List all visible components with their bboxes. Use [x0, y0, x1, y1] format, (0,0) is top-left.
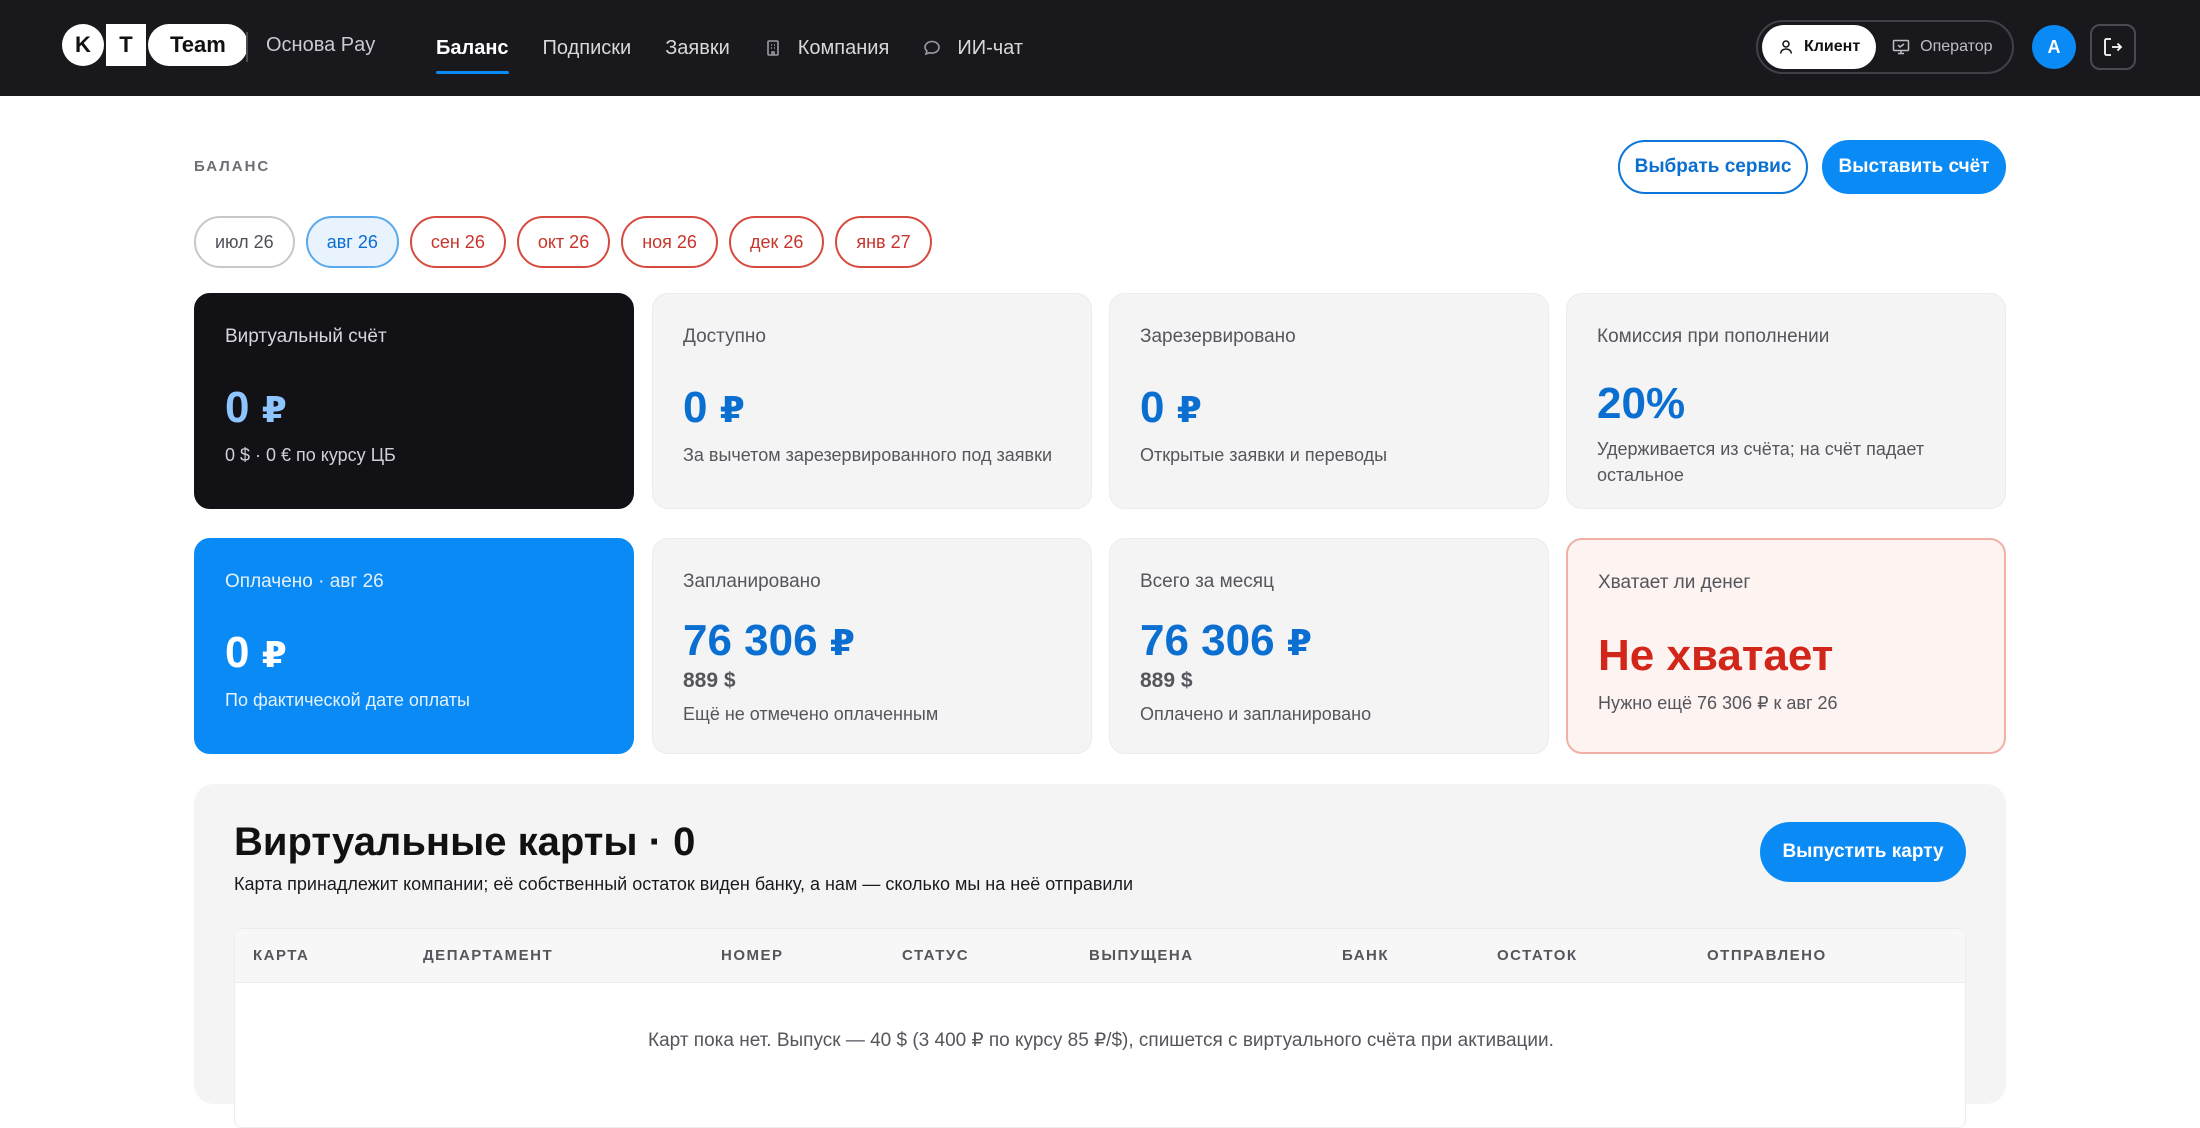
logo-k: K	[62, 24, 104, 66]
table-header: КАРТА ДЕПАРТАМЕНТ НОМЕР СТАТУС ВЫПУЩЕНА …	[235, 929, 1965, 983]
card-subtitle: Ещё не отмечено оплаченным	[683, 704, 939, 724]
month-selector: июл 26 авг 26 сен 26 окт 26 ноя 26 дек 2…	[194, 216, 943, 268]
issue-card-button[interactable]: Выпустить карту	[1760, 822, 1966, 882]
nav-item-balance[interactable]: Баланс	[436, 0, 509, 96]
card-amount: 0 ₽	[1140, 383, 1202, 432]
month-pill-aug-26[interactable]: авг 26	[305, 216, 399, 268]
card-title: Доступно	[683, 326, 766, 347]
main-nav: Баланс Подписки Заявки Компания ИИ-чат	[436, 0, 1057, 96]
role-client-button[interactable]: Клиент	[1762, 25, 1877, 69]
nav-item-subscriptions[interactable]: Подписки	[543, 0, 632, 96]
page-title: БАЛАНС	[194, 158, 271, 175]
virtual-cards-panel: Виртуальные карты · 0 Карта принадлежит …	[194, 784, 2006, 1128]
month-pill-jan-27[interactable]: янв 27	[835, 216, 932, 268]
card-usd-amount: 889 $	[1140, 669, 1193, 692]
top-navigation-bar: K T Team Основа Pay Баланс Подписки Заяв…	[0, 0, 2200, 96]
card-status: Не хватает	[1598, 631, 1834, 680]
monitor-icon	[1892, 39, 1910, 55]
product-name: Основа Pay	[266, 34, 376, 56]
column-header-status[interactable]: СТАТУС	[902, 947, 969, 964]
kt-team-logo[interactable]: K T Team	[62, 24, 248, 66]
nav-item-requests[interactable]: Заявки	[665, 0, 730, 96]
nav-item-label: Баланс	[436, 36, 509, 59]
empty-state-text: Карт пока нет. Выпуск — 40 $ (3 400 ₽ по…	[648, 1030, 1554, 1051]
card-amount: 76 306 ₽	[683, 616, 855, 665]
virtual-cards-title: Виртуальные карты · 0	[234, 820, 696, 864]
card-amount: 20%	[1597, 379, 1686, 428]
brand-divider	[246, 32, 248, 62]
card-usd-amount: 889 $	[683, 669, 736, 692]
virtual-account-card: Виртуальный счёт 0 ₽ 0 $ · 0 € по курсу …	[194, 293, 634, 509]
month-pill-sep-26[interactable]: сен 26	[409, 216, 506, 268]
card-amount: 76 306 ₽	[1140, 616, 1312, 665]
nav-item-label: Подписки	[542, 36, 632, 59]
card-title: Хватает ли денег	[1598, 572, 1751, 593]
role-switcher: Клиент Оператор	[1756, 20, 2014, 74]
card-subtitle: Нужно ещё 76 306 ₽ к авг 26	[1598, 693, 1838, 713]
month-pill-jul-26[interactable]: июл 26	[194, 216, 295, 268]
logout-icon	[2104, 38, 2123, 56]
card-amount: 0 ₽	[683, 383, 745, 432]
month-pill-oct-26[interactable]: окт 26	[516, 216, 611, 268]
role-operator-label: Оператор	[1920, 38, 1993, 55]
column-header-bank[interactable]: БАНК	[1342, 947, 1389, 964]
column-header-number[interactable]: НОМЕР	[721, 947, 784, 964]
card-subtitle: 0 $ · 0 € по курсу ЦБ	[225, 445, 396, 465]
reserved-card: Зарезервировано 0 ₽ Открытые заявки и пе…	[1109, 293, 1549, 509]
building-icon	[764, 39, 782, 57]
card-title: Виртуальный счёт	[225, 326, 387, 347]
column-header-sent[interactable]: ОТПРАВЛЕНО	[1707, 947, 1827, 964]
column-header-balance[interactable]: ОСТАТОК	[1497, 947, 1578, 964]
logo-team: Team	[148, 24, 248, 66]
card-amount: 0 ₽	[225, 628, 287, 677]
column-header-department[interactable]: ДЕПАРТАМЕНТ	[423, 947, 553, 964]
card-title: Зарезервировано	[1140, 326, 1296, 347]
month-total-card: Всего за месяц 76 306 ₽ 889 $ Оплачено и…	[1109, 538, 1549, 754]
card-subtitle: За вычетом зарезервированного под заявки	[683, 445, 1053, 465]
user-avatar[interactable]: A	[2032, 25, 2076, 69]
role-client-label: Клиент	[1804, 38, 1861, 55]
virtual-cards-table: КАРТА ДЕПАРТАМЕНТ НОМЕР СТАТУС ВЫПУЩЕНА …	[234, 928, 1966, 1128]
nav-item-label: Компания	[797, 36, 890, 59]
funds-sufficiency-card: Хватает ли денег Не хватает Нужно ещё 76…	[1566, 538, 2006, 754]
card-title: Всего за месяц	[1140, 571, 1274, 592]
card-subtitle: Открытые заявки и переводы	[1140, 445, 1388, 465]
card-subtitle: Удерживается из счёта; на счёт падает ос…	[1597, 439, 1925, 486]
role-operator-button[interactable]: Оператор	[1876, 25, 2008, 69]
card-amount: 0 ₽	[225, 383, 287, 432]
nav-item-ai-chat[interactable]: ИИ-чат	[923, 0, 1023, 96]
month-pill-nov-26[interactable]: ноя 26	[621, 216, 718, 268]
card-subtitle: Оплачено и запланировано	[1140, 704, 1372, 724]
nav-item-company[interactable]: Компания	[764, 0, 890, 96]
card-title: Запланировано	[683, 571, 821, 592]
planned-card: Запланировано 76 306 ₽ 889 $ Ещё не отме…	[652, 538, 1092, 754]
card-title: Комиссия при пополнении	[1597, 326, 1830, 347]
column-header-issued[interactable]: ВЫПУЩЕНА	[1089, 947, 1194, 964]
logout-button[interactable]	[2090, 24, 2136, 70]
available-card: Доступно 0 ₽ За вычетом зарезервированно…	[652, 293, 1092, 509]
chat-bubble-icon	[923, 39, 941, 57]
person-icon	[1779, 40, 1793, 54]
choose-service-button[interactable]: Выбрать сервис	[1618, 140, 1808, 194]
paid-card: Оплачено · авг 26 0 ₽ По фактической дат…	[194, 538, 634, 754]
column-header-card[interactable]: КАРТА	[253, 947, 309, 964]
logo-t: T	[106, 24, 146, 66]
nav-item-label: Заявки	[665, 36, 730, 59]
issue-invoice-button[interactable]: Выставить счёт	[1822, 140, 2006, 194]
card-title: Оплачено · авг 26	[225, 571, 384, 592]
month-pill-dec-26[interactable]: дек 26	[728, 216, 825, 268]
commission-card: Комиссия при пополнении 20% Удерживается…	[1566, 293, 2006, 509]
nav-item-label: ИИ-чат	[957, 36, 1023, 59]
card-subtitle: По фактической дате оплаты	[225, 690, 470, 710]
virtual-cards-description: Карта принадлежит компании; её собственн…	[234, 874, 1134, 894]
